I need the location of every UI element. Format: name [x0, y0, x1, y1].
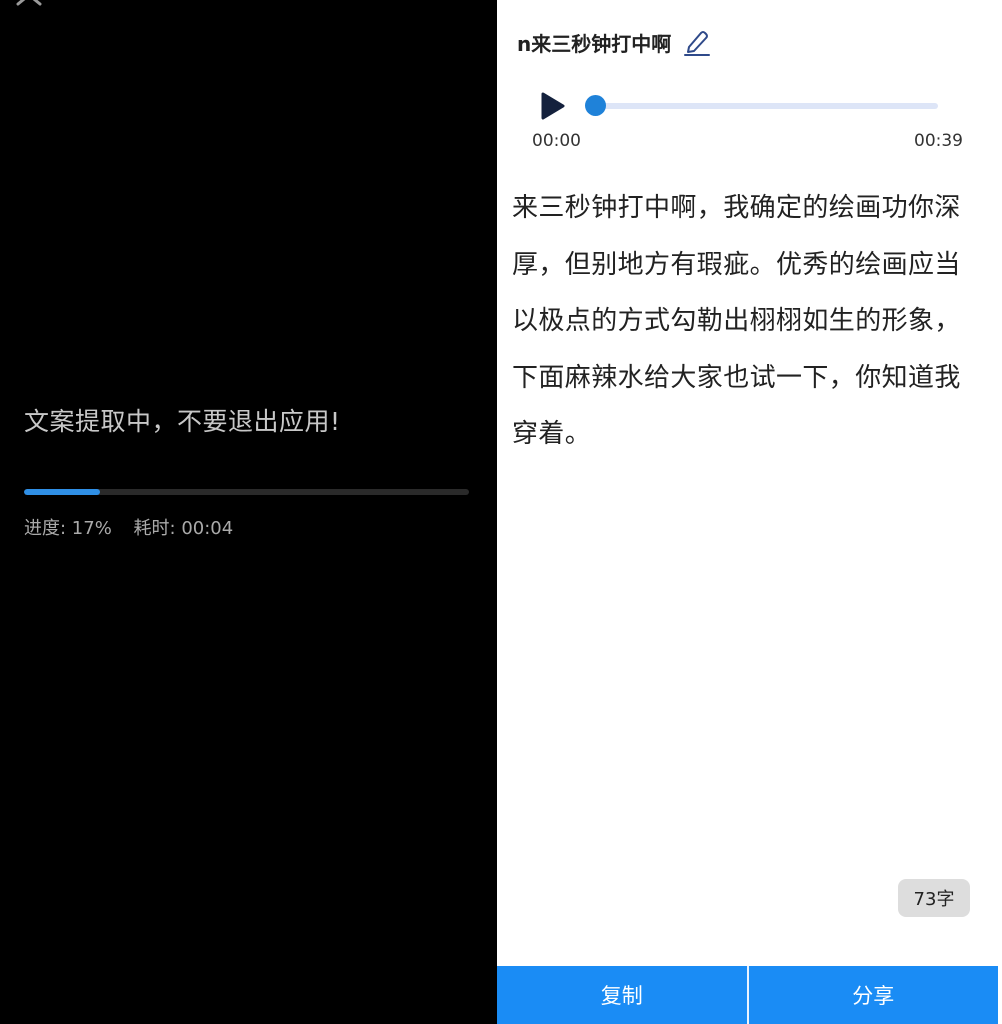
extraction-progress-bar [24, 489, 469, 495]
transcript-panel: n来三秒钟打中啊 00:00 00:39 来三秒钟打中啊，我确定的绘画功你深厚，… [497, 0, 1002, 1024]
char-count-badge: 73字 [898, 879, 970, 917]
copy-button[interactable]: 复制 [497, 966, 747, 1024]
close-icon[interactable] [14, 0, 44, 8]
title-row: n来三秒钟打中啊 [517, 26, 711, 58]
play-icon [541, 92, 565, 120]
extraction-progress-fill [24, 489, 100, 495]
audio-seek-thumb[interactable] [585, 95, 606, 116]
edit-pencil-icon[interactable] [683, 27, 711, 57]
total-time: 00:39 [914, 131, 963, 151]
extraction-stats: 进度: 17% 耗时: 00:04 [24, 514, 249, 540]
document-title: n来三秒钟打中啊 [517, 31, 672, 56]
play-button[interactable] [535, 88, 571, 124]
bottom-action-bar: 复制 分享 [497, 966, 998, 1024]
current-time: 00:00 [532, 131, 581, 151]
transcript-text[interactable]: 来三秒钟打中啊，我确定的绘画功你深厚，但别地方有瑕疵。优秀的绘画应当以极点的方式… [512, 180, 974, 463]
progress-text: 进度: 17% [24, 518, 112, 539]
extraction-status-message: 文案提取中，不要退出应用! [24, 407, 341, 436]
audio-seek-bar[interactable] [595, 103, 938, 109]
elapsed-time-text: 耗时: 00:04 [133, 518, 234, 539]
app-root: 文案提取中，不要退出应用! 进度: 17% 耗时: 00:04 n来三秒钟打中啊… [0, 0, 1002, 1024]
extraction-panel: 文案提取中，不要退出应用! 进度: 17% 耗时: 00:04 [0, 0, 497, 1024]
share-button[interactable]: 分享 [748, 966, 998, 1024]
